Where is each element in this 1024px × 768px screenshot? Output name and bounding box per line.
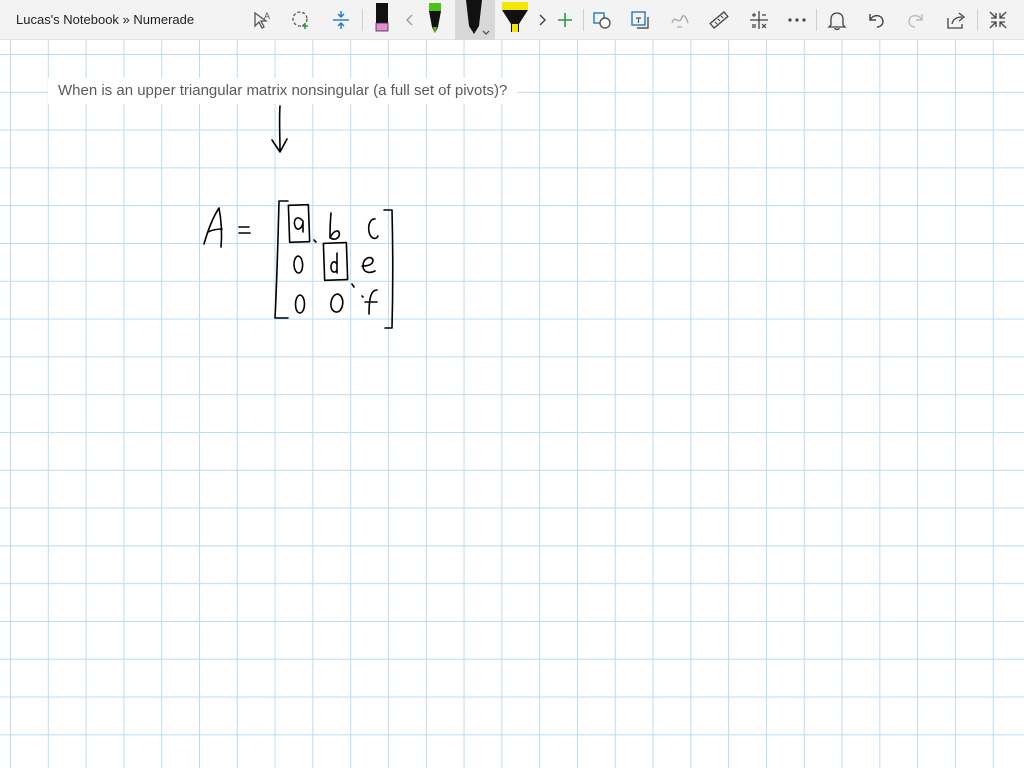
ink-entry-f [364, 289, 378, 315]
ink-entry-d [330, 252, 338, 274]
ink-equals [238, 226, 251, 234]
ink-pivot-dot [313, 239, 364, 298]
ink-entry-c [367, 218, 379, 240]
ink-entry-b [329, 212, 341, 240]
ink-entry-0-r2 [293, 255, 304, 274]
ink-entry-0-r3b [330, 293, 344, 313]
ink-entry-e [361, 256, 376, 274]
ink-right-bracket [383, 209, 394, 329]
ink-entry-a [293, 217, 304, 233]
ink-pivot-box-a [287, 203, 311, 244]
handwritten-ink [203, 105, 394, 329]
ink-letter-A [203, 207, 223, 248]
ink-left-bracket [274, 200, 289, 319]
ink-arrow [271, 105, 288, 153]
ink-entry-0-r3a [294, 294, 306, 314]
